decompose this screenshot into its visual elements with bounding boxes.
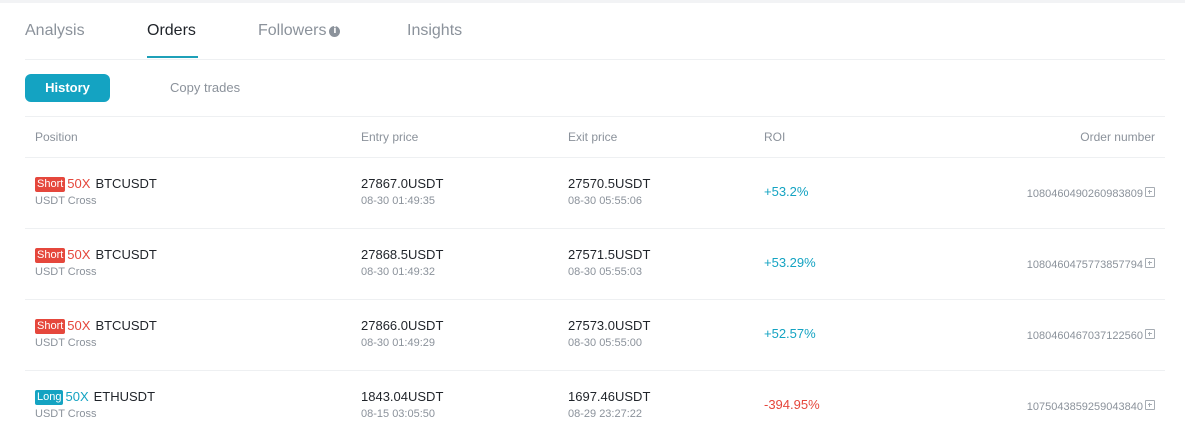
entry-cell: 27866.0USDT 08-30 01:49:29 [361,318,443,349]
position-cell: Short 50X BTCUSDT USDT Cross [35,318,157,349]
copy-icon[interactable] [1145,258,1155,268]
order-number-cell: 1080460475773857794 [1027,258,1155,271]
tab-bar: Analysis Orders Followers i Insights [25,10,1165,60]
margin-mode: USDT Cross [35,337,97,349]
exit-time: 08-29 23:27:22 [568,408,643,420]
tab-insights[interactable]: Insights [407,22,462,40]
exit-time: 08-30 05:55:06 [568,195,643,207]
table-header: Position Entry price Exit price ROI Orde… [25,117,1165,158]
symbol: BTCUSDT [95,176,157,191]
order-number: 1080460467037122560 [1026,330,1143,342]
copy-icon[interactable] [1145,400,1155,410]
table-row: Long 50X ETHUSDT USDT Cross 1843.04USDT 08… [25,371,1165,441]
order-number-cell: 1080460490260983809 [1027,187,1155,200]
roi-value: -394.95% [764,397,820,412]
entry-time: 08-30 01:49:29 [361,337,436,349]
entry-time: 08-15 03:05:50 [361,408,436,420]
exit-time: 08-30 05:55:03 [568,266,643,278]
header-order-number: Order number [1080,130,1155,144]
tab-analysis[interactable]: Analysis [25,22,85,40]
symbol: ETHUSDT [93,389,156,404]
tab-orders[interactable]: Orders [147,22,196,40]
leverage: 50X [65,389,89,404]
history-subtab[interactable]: History [25,74,110,102]
subtab-bar: History Copy trades [25,74,325,103]
position-cell: Short 50X BTCUSDT USDT Cross [35,176,157,207]
order-number: 1075043859259043840 [1026,401,1143,413]
margin-mode: USDT Cross [35,266,97,278]
exit-price: 27571.5USDT [568,247,651,262]
entry-cell: 27868.5USDT 08-30 01:49:32 [361,247,443,278]
table-row: Short 50X BTCUSDT USDT Cross 27867.0USDT 0… [25,158,1165,229]
active-tab-indicator [147,56,198,58]
entry-price: 27868.5USDT [361,247,444,262]
side-badge: Short [35,248,66,263]
symbol: BTCUSDT [95,318,157,333]
header-roi: ROI [764,130,786,144]
entry-price: 1843.04USDT [361,389,444,404]
copy-trades-subtab[interactable]: Copy trades [170,74,240,102]
exit-cell: 27571.5USDT 08-30 05:55:03 [568,247,650,278]
side-badge: Long [35,390,64,405]
top-divider [0,0,1185,3]
exit-cell: 27570.5USDT 08-30 05:55:06 [568,176,650,207]
exit-price: 1697.46USDT [568,389,651,404]
order-number-cell: 1075043859259043840 [1027,400,1155,413]
tab-followers[interactable]: Followers i [258,22,341,40]
leverage: 50X [67,318,91,333]
entry-cell: 27867.0USDT 08-30 01:49:35 [361,176,443,207]
margin-mode: USDT Cross [35,408,97,420]
header-position: Position [35,130,78,144]
position-cell: Long 50X ETHUSDT USDT Cross [35,389,155,420]
leverage: 50X [67,247,91,262]
entry-price: 27866.0USDT [361,318,444,333]
copy-icon[interactable] [1145,187,1155,197]
side-badge: Short [35,319,66,334]
table-row: Short 50X BTCUSDT USDT Cross 27868.5USDT 0… [25,229,1165,300]
header-exit-price: Exit price [568,130,618,144]
entry-time: 08-30 01:49:32 [361,266,436,278]
copy-icon[interactable] [1145,329,1155,339]
header-entry-price: Entry price [361,130,419,144]
roi-value: +53.2% [764,184,809,199]
order-number: 1080460490260983809 [1026,188,1143,200]
exit-price: 27573.0USDT [568,318,651,333]
entry-time: 08-30 01:49:35 [361,195,436,207]
entry-cell: 1843.04USDT 08-15 03:05:50 [361,389,443,420]
order-number-cell: 1080460467037122560 [1027,329,1155,342]
order-number: 1080460475773857794 [1026,259,1143,271]
info-icon[interactable]: i [329,26,341,37]
roi-value: +52.57% [764,326,816,341]
side-badge: Short [35,177,66,192]
roi-value: +53.29% [764,255,816,270]
margin-mode: USDT Cross [35,195,97,207]
exit-cell: 1697.46USDT 08-29 23:27:22 [568,389,650,420]
exit-price: 27570.5USDT [568,176,651,191]
leverage: 50X [67,176,91,191]
position-cell: Short 50X BTCUSDT USDT Cross [35,247,157,278]
exit-cell: 27573.0USDT 08-30 05:55:00 [568,318,650,349]
tab-followers-label[interactable]: Followers [258,22,326,39]
orders-table: Position Entry price Exit price ROI Orde… [25,116,1165,441]
table-row: Short 50X BTCUSDT USDT Cross 27866.0USDT 0… [25,300,1165,371]
exit-time: 08-30 05:55:00 [568,337,643,349]
symbol: BTCUSDT [95,247,157,262]
entry-price: 27867.0USDT [361,176,444,191]
